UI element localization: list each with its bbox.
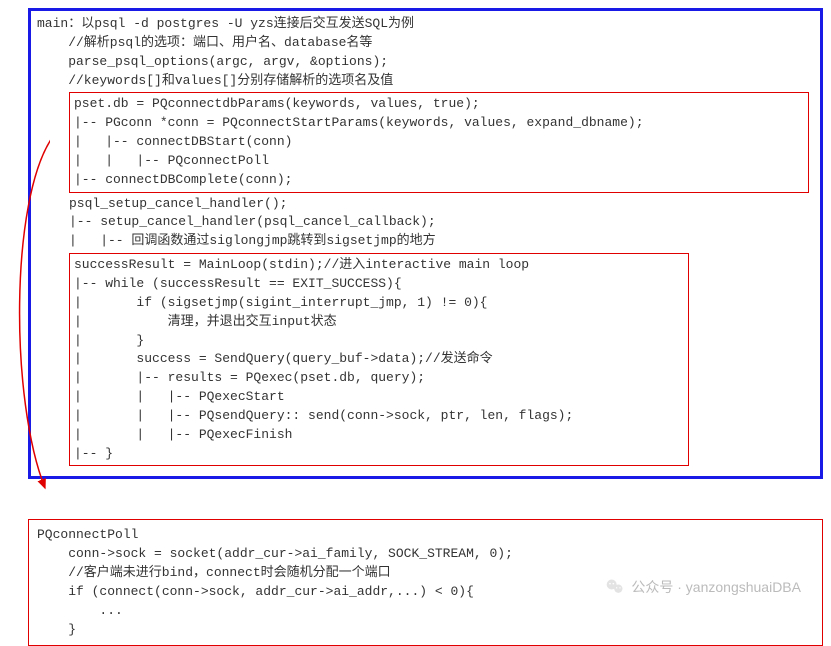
code-line: | |-- results = PQexec(pset.db, query);: [74, 369, 684, 388]
watermark-text: 公众号 · yanzongshuaiDBA: [631, 577, 801, 597]
code-line: psql_setup_cancel_handler();: [37, 195, 814, 214]
code-line: | | |-- PQexecStart: [74, 388, 684, 407]
code-line: |-- setup_cancel_handler(psql_cancel_cal…: [37, 213, 814, 232]
code-line: |-- connectDBComplete(conn);: [74, 171, 804, 190]
code-line: | | |-- PQsendQuery:: send(conn->sock, p…: [74, 407, 684, 426]
code-line: | |-- connectDBStart(conn): [74, 133, 804, 152]
code-line: | 清理，并退出交互input状态: [74, 313, 684, 332]
main-code-block: main：以psql -d postgres -U yzs连接后交互发送SQL为…: [28, 8, 823, 479]
code-line: parse_psql_options(argc, argv, &options)…: [37, 53, 814, 72]
watermark: 公众号 · yanzongshuaiDBA: [605, 577, 801, 597]
code-line: }: [37, 621, 814, 640]
code-line: ...: [37, 602, 814, 621]
code-line: |-- PGconn *conn = PQconnectStartParams(…: [74, 114, 804, 133]
code-line: | |-- 回调函数通过siglongjmp跳转到sigsetjmp的地方: [37, 232, 814, 251]
code-line: //keywords[]和values[]分别存储解析的选项名及值: [37, 72, 814, 91]
code-line: |-- }: [74, 445, 684, 464]
code-line: PQconnectPoll: [37, 526, 814, 545]
code-line: //解析psql的选项：端口、用户名、database名等: [37, 34, 814, 53]
code-line: successResult = MainLoop(stdin);//进入inte…: [74, 256, 684, 275]
mainloop-box: successResult = MainLoop(stdin);//进入inte…: [69, 253, 689, 466]
code-line: pset.db = PQconnectdbParams(keywords, va…: [74, 95, 804, 114]
code-line: | success = SendQuery(query_buf->data);/…: [74, 350, 684, 369]
code-line: |-- while (successResult == EXIT_SUCCESS…: [74, 275, 684, 294]
code-line: | | |-- PQexecFinish: [74, 426, 684, 445]
code-line: | | |-- PQconnectPoll: [74, 152, 804, 171]
pqconnect-box: pset.db = PQconnectdbParams(keywords, va…: [69, 92, 809, 192]
wechat-icon: [605, 577, 625, 597]
code-line: main：以psql -d postgres -U yzs连接后交互发送SQL为…: [37, 15, 814, 34]
code-line: conn->sock = socket(addr_cur->ai_family,…: [37, 545, 814, 564]
code-line: | }: [74, 332, 684, 351]
code-line: | if (sigsetjmp(sigint_interrupt_jmp, 1)…: [74, 294, 684, 313]
